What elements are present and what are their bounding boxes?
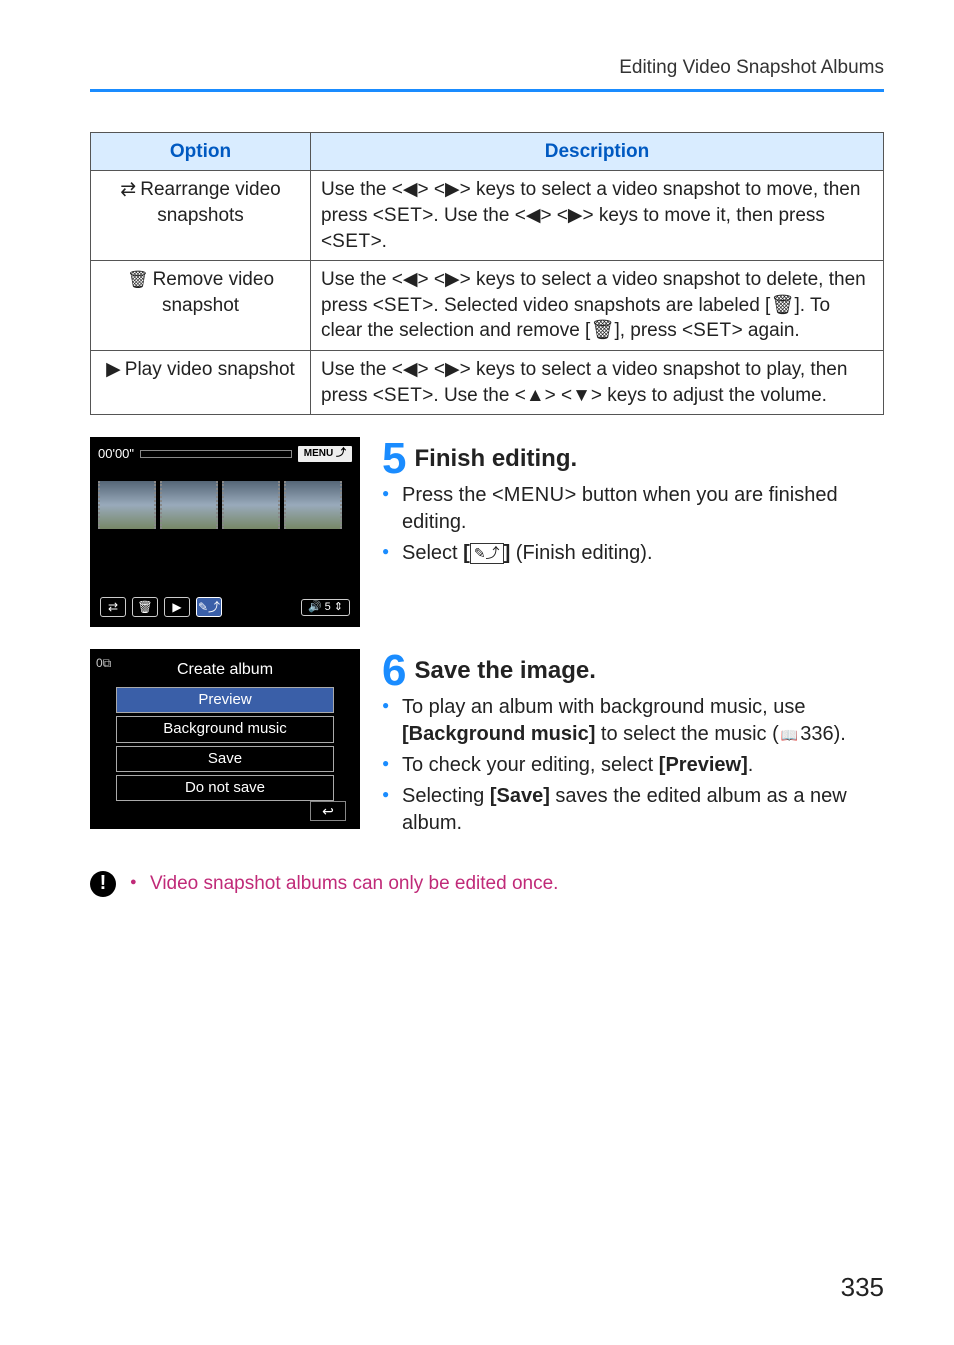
step-number: 6 <box>382 649 406 693</box>
section-header: Editing Video Snapshot Albums <box>90 55 884 81</box>
step-title: Save the image. <box>382 649 884 687</box>
swap-icon <box>120 179 140 200</box>
option-cell: Remove video snapshot <box>91 261 311 351</box>
table-row: Rearrange video snapshots Use the <◀> <▶… <box>91 171 884 261</box>
volume-indicator[interactable]: 🔊 5 ⇕ <box>301 599 350 616</box>
option-cell: Rearrange video snapshots <box>91 171 311 261</box>
play-icon[interactable]: ▶ <box>164 597 190 617</box>
option-label: Play video snapshot <box>125 359 295 380</box>
video-thumbnail[interactable] <box>222 481 280 529</box>
delete-icon[interactable]: 🗑 <box>132 597 158 617</box>
finish-editing-glyph-icon: ✎⤴ <box>470 543 504 564</box>
step-bullet: To check your editing, select [Preview]. <box>382 752 884 779</box>
menu-back-button[interactable]: MENU ⤴ <box>298 446 352 462</box>
thumbnail-strip <box>98 481 352 529</box>
table-head-description: Description <box>311 132 884 171</box>
step-bullet: Select [✎⤴] (Finish editing). <box>382 540 884 567</box>
dialog-title: Create album <box>98 659 352 681</box>
album-badge-icon: 0⧉ <box>96 655 111 671</box>
step-bullet: Selecting [Save] saves the edited album … <box>382 783 884 837</box>
description-cell: Use the <◀> <▶> keys to select a video s… <box>311 351 884 415</box>
menu-item-bgmusic[interactable]: Background music <box>116 716 334 742</box>
step-number: 5 <box>382 437 406 481</box>
timecode-label: 00'00" <box>98 445 134 463</box>
back-button[interactable]: ↩ <box>310 801 346 821</box>
table-row: Play video snapshot Use the <◀> <▶> keys… <box>91 351 884 415</box>
option-label: Remove video snapshot <box>153 269 274 316</box>
option-cell: Play video snapshot <box>91 351 311 415</box>
page-number: 335 <box>841 1270 884 1305</box>
page-ref-icon <box>779 723 800 745</box>
table-row: Remove video snapshot Use the <◀> <▶> ke… <box>91 261 884 351</box>
caution-text: Video snapshot albums can only be edited… <box>130 871 558 897</box>
menu-item-donotsave[interactable]: Do not save <box>116 775 334 801</box>
play-icon <box>106 359 125 380</box>
trash-icon <box>127 269 153 290</box>
step-bullet: Press the <MENU> button when you are fin… <box>382 482 884 536</box>
description-cell: Use the <◀> <▶> keys to select a video s… <box>311 261 884 351</box>
menu-item-preview[interactable]: Preview <box>116 687 334 713</box>
video-thumbnail[interactable] <box>284 481 342 529</box>
step-title: Finish editing. <box>382 437 884 475</box>
finish-icon[interactable]: ✎⤴ <box>196 597 222 617</box>
step-bullet: To play an album with background music, … <box>382 694 884 748</box>
description-cell: Use the <◀> <▶> keys to select a video s… <box>311 171 884 261</box>
video-thumbnail[interactable] <box>160 481 218 529</box>
caution-icon: ! <box>90 871 116 897</box>
menu-item-save[interactable]: Save <box>116 746 334 772</box>
video-thumbnail[interactable] <box>98 481 156 529</box>
options-table: Option Description Rearrange video snaps… <box>90 132 884 416</box>
option-label: Rearrange video snapshots <box>140 179 280 226</box>
editor-screenshot: 00'00" MENU ⤴ ⇄ 🗑 ▶ ✎⤴ <box>90 437 360 627</box>
header-rule <box>90 89 884 92</box>
save-dialog-screenshot: 0⧉ Create album Preview Background music… <box>90 649 360 829</box>
table-head-option: Option <box>91 132 311 171</box>
rearrange-icon[interactable]: ⇄ <box>100 597 126 617</box>
